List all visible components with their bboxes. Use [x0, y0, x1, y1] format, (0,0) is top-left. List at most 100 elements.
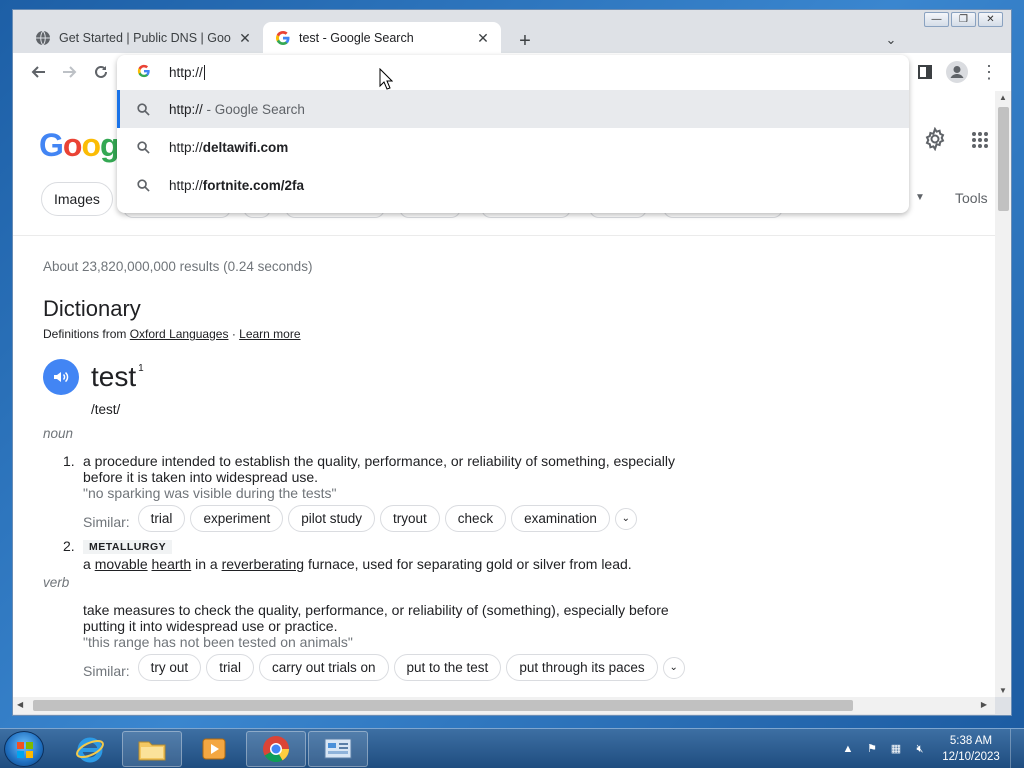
speaker-icon[interactable]: [43, 359, 79, 395]
new-tab-button[interactable]: +: [513, 30, 537, 54]
address-bar[interactable]: http://: [117, 55, 909, 90]
suggestion-prefix: http://: [169, 177, 203, 193]
omnibox-suggestion[interactable]: http:// - Google Search: [117, 90, 909, 128]
omnibox-suggestion[interactable]: http://deltawifi.com: [117, 128, 909, 166]
file-explorer-icon[interactable]: [122, 731, 182, 767]
learn-more-link[interactable]: Learn more: [239, 327, 300, 341]
synonym-chip[interactable]: check: [444, 505, 507, 532]
similar-row: Similar: try out trial carry out trials …: [83, 654, 685, 681]
dictionary-source: Definitions from Oxford Languages · Lear…: [43, 327, 301, 341]
tab-strip: Get Started | Public DNS | Goo ✕ test - …: [13, 18, 1011, 54]
definition-body: take measures to check the quality, perf…: [83, 602, 669, 634]
apps-grid-icon[interactable]: [971, 131, 991, 151]
scroll-down-icon[interactable]: ▼: [999, 686, 1007, 695]
scroll-left-icon[interactable]: ◀: [17, 700, 23, 709]
forward-arrow-icon[interactable]: [57, 60, 81, 84]
gear-icon[interactable]: [923, 126, 949, 153]
google-g-icon: [137, 64, 153, 81]
reload-icon[interactable]: [89, 60, 113, 84]
omnibox-suggestion[interactable]: http://fortnite.com/2fa: [117, 166, 909, 204]
clock[interactable]: 5:38 AM 12/10/2023: [938, 733, 1004, 765]
text-caret: [203, 65, 205, 80]
chevron-down-icon[interactable]: ⌄: [881, 32, 901, 52]
chevron-down-icon[interactable]: ⌄: [614, 507, 637, 530]
definition-number: 2.: [63, 538, 75, 554]
vertical-scrollbar[interactable]: ▲ ▼: [995, 91, 1011, 697]
synonym-chip[interactable]: trial: [137, 505, 186, 532]
control-panel-icon[interactable]: [308, 731, 368, 767]
movable-link[interactable]: movable: [95, 556, 148, 572]
synonym-chip[interactable]: tryout: [380, 505, 440, 532]
suggestion-bold: deltawifi.com: [202, 139, 289, 155]
source-separator: ·: [231, 327, 236, 341]
tools-button[interactable]: Tools: [955, 190, 988, 206]
word-superscript: 1: [138, 363, 144, 374]
synonym-chip[interactable]: pilot study: [288, 505, 376, 532]
scroll-up-icon[interactable]: ▲: [999, 93, 1007, 102]
profile-avatar-icon[interactable]: [945, 60, 969, 84]
volume-muted-icon[interactable]: 🔇︎: [912, 741, 928, 757]
synonym-chip[interactable]: put to the test: [393, 654, 502, 681]
scroll-thumb[interactable]: [33, 700, 853, 711]
oxford-languages-link[interactable]: Oxford Languages: [130, 327, 229, 341]
kebab-menu-icon[interactable]: ⋮: [977, 60, 1001, 84]
hearth-link[interactable]: hearth: [152, 556, 192, 572]
media-player-icon[interactable]: [184, 731, 244, 767]
search-icon: [135, 178, 151, 192]
clock-date: 12/10/2023: [942, 751, 1000, 763]
mouse-pointer-icon: [379, 67, 394, 95]
subject-tag: METALLURGY: [83, 540, 173, 554]
start-button[interactable]: [4, 731, 44, 767]
definition-text: take measures to check the quality, perf…: [83, 602, 693, 650]
dictionary-word: test 1: [91, 361, 144, 393]
tab-public-dns[interactable]: Get Started | Public DNS | Goo ✕: [23, 22, 263, 54]
close-tab-icon[interactable]: ✕: [475, 30, 491, 46]
side-panel-icon[interactable]: [913, 60, 937, 84]
phonetic: /test/: [91, 402, 121, 417]
synonym-chip[interactable]: try out: [137, 654, 202, 681]
def-text: a: [83, 556, 95, 572]
google-logo[interactable]: Goog: [39, 127, 120, 164]
google-g-icon: [275, 30, 291, 46]
synonym-chip[interactable]: put through its paces: [506, 654, 658, 681]
flag-icon[interactable]: ⚑: [864, 741, 880, 757]
source-prefix: Definitions from: [43, 327, 127, 341]
caret-down-icon[interactable]: ▼: [915, 192, 925, 203]
chevron-down-icon[interactable]: ⌄: [662, 656, 685, 679]
reverberating-link[interactable]: reverberating: [222, 556, 305, 572]
synonym-chip[interactable]: carry out trials on: [258, 654, 389, 681]
chevron-up-icon[interactable]: ▲: [840, 741, 856, 757]
search-icon: [135, 102, 151, 116]
scroll-right-icon[interactable]: ▶: [981, 700, 987, 709]
images-filter-chip[interactable]: Images: [41, 182, 113, 216]
tab-google-search[interactable]: test - Google Search ✕: [263, 22, 501, 54]
synonym-chip[interactable]: examination: [511, 505, 610, 532]
definition-text: a procedure intended to establish the qu…: [83, 453, 693, 501]
synonym-chip[interactable]: trial: [206, 654, 254, 681]
word-text: test: [91, 361, 137, 392]
search-icon: [135, 140, 151, 154]
dictionary-title: Dictionary: [43, 296, 141, 321]
suggestion-suffix: - Google Search: [202, 101, 305, 117]
suggestion-bold: fortnite.com/2fa: [202, 177, 305, 193]
browser-window: — ❐ ✕ Get Started | Public DNS | Goo ✕ t…: [12, 9, 1012, 716]
clock-time: 5:38 AM: [949, 735, 993, 747]
chrome-icon[interactable]: [246, 731, 306, 767]
horizontal-scrollbar[interactable]: ◀ ▶: [13, 697, 995, 714]
address-input-value[interactable]: http://: [169, 65, 203, 80]
scroll-thumb[interactable]: [998, 107, 1009, 211]
back-arrow-icon[interactable]: [27, 60, 51, 84]
system-tray: ▲ ⚑ ▦ 🔇︎ 5:38 AM 12/10/2023: [836, 729, 1024, 768]
show-desktop-button[interactable]: [1010, 729, 1024, 768]
suggestion-prefix: http://: [169, 139, 203, 155]
close-tab-icon[interactable]: ✕: [237, 30, 253, 46]
definition-body: a procedure intended to establish the qu…: [83, 453, 675, 485]
similar-label: Similar:: [83, 513, 130, 530]
def-text: in a: [191, 556, 222, 572]
definition-example: "no sparking was visible during the test…: [83, 485, 337, 501]
result-stats: About 23,820,000,000 results (0.24 secon…: [43, 259, 313, 274]
network-icon[interactable]: ▦: [888, 741, 904, 757]
internet-explorer-icon[interactable]: [60, 731, 120, 767]
definition-text: a movable hearth in a reverberating furn…: [83, 556, 693, 572]
synonym-chip[interactable]: experiment: [190, 505, 284, 532]
